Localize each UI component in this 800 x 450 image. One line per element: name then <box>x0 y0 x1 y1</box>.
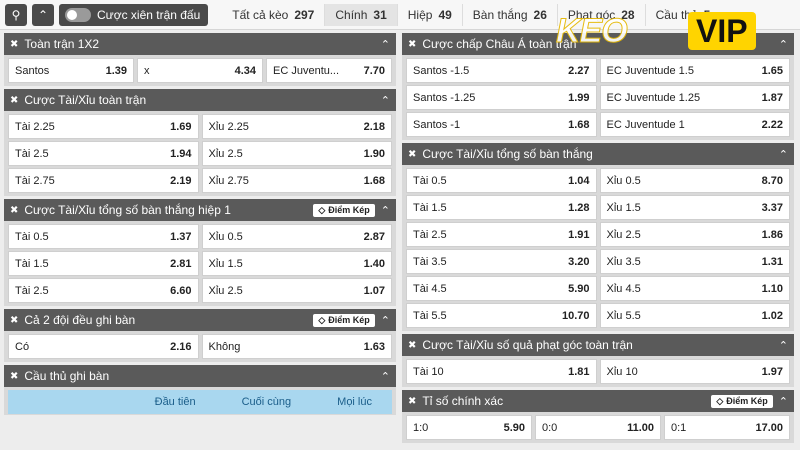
market-total-goals: ✖ Cược Tài/Xỉu tổng số bàn thắng ⌃ Tài 0.5… <box>402 143 794 331</box>
search-button[interactable]: ⚲ <box>5 3 27 26</box>
odds-cell[interactable]: EC Juventude 1.5 1.65 <box>599 58 790 83</box>
market-header[interactable]: ✖ Cầu thủ ghi bàn ⌃ <box>4 365 396 387</box>
odds-cell[interactable]: Xỉu 4.5 1.10 <box>599 276 790 301</box>
odds-cell[interactable]: Tài 10 1.81 <box>406 359 597 384</box>
chevron-up-icon[interactable]: ⌃ <box>381 94 390 107</box>
odds-cell[interactable]: Xỉu 2.5 1.07 <box>201 278 392 303</box>
market-header[interactable]: ✖ Tỉ số chính xác ◇ Điểm Kép ⌃ <box>402 390 794 412</box>
close-icon: ✖ <box>10 94 19 106</box>
market-over-under-full: ✖ Cược Tài/Xỉu toàn trận ⌃ Tài 2.25 1.69 Xỉu… <box>4 89 396 196</box>
market-both-teams-score: ✖ Cả 2 đội đều ghi bàn ◇ Điểm Kép ⌃ Có 2.16 Kh… <box>4 309 396 362</box>
market-1x2: ✖ Toàn trận 1X2 ⌃ Santos 1.39 x 4.34 EC Juve… <box>4 33 396 86</box>
odds-cell[interactable]: 0:0 11.00 <box>535 415 661 440</box>
odds-cell[interactable]: Tài 2.25 1.69 <box>8 114 199 139</box>
market-header[interactable]: ✖ Toàn trận 1X2 ⌃ <box>4 33 396 55</box>
odds-cell[interactable]: Không 1.63 <box>201 334 392 359</box>
left-market-column: ✖ Toàn trận 1X2 ⌃ Santos 1.39 x 4.34 EC Juve… <box>4 30 396 415</box>
market-asian-handicap: ✖ Cược chấp Châu Á toàn trận ⌃ Santos -1.5… <box>402 33 794 140</box>
tab-goals[interactable]: Bàn thắng 26 <box>463 3 558 26</box>
odds-cell[interactable]: EC Juventude 1.25 1.87 <box>599 85 790 110</box>
market-header[interactable]: ✖ Cả 2 đội đều ghi bàn ◇ Điểm Kép ⌃ <box>4 309 396 331</box>
odds-cell[interactable]: Xỉu 10 1.97 <box>599 359 790 384</box>
odds-cell[interactable]: Tài 2.5 6.60 <box>8 278 199 303</box>
odds-cell[interactable]: Xỉu 2.5 1.90 <box>201 141 392 166</box>
diamond-icon: ◇ <box>716 395 724 406</box>
chevron-up-icon[interactable]: ⌃ <box>381 38 390 51</box>
odds-cell[interactable]: Santos 1.39 <box>8 58 134 83</box>
market-filter-bar: ⚲ ⌃ Cược xiên trận đấu Tất cả kèo 297 Chí… <box>0 0 800 30</box>
double-chevron-up-icon: ⌃ <box>37 7 49 22</box>
parlay-toggle-label: Cược xiên trận đấu <box>97 7 201 22</box>
tab-main[interactable]: Chính 31 <box>325 3 398 26</box>
diamond-icon: ◇ <box>318 314 326 325</box>
odds-cell[interactable]: Tài 2.75 2.19 <box>8 168 199 193</box>
odds-cell[interactable]: EC Juventu... 7.70 <box>266 58 392 83</box>
close-icon: ✖ <box>408 148 417 160</box>
close-icon: ✖ <box>10 204 19 216</box>
odds-cell[interactable]: Xỉu 0.5 2.87 <box>201 224 392 249</box>
odds-cell[interactable]: Xỉu 2.75 1.68 <box>201 168 392 193</box>
tab-corners[interactable]: Phạt góc 28 <box>558 3 646 26</box>
odds-cell[interactable]: Tài 1.5 2.81 <box>8 251 199 276</box>
odds-cell[interactable]: Có 2.16 <box>8 334 199 359</box>
chevron-up-icon[interactable]: ⌃ <box>381 204 390 217</box>
double-points-badge: ◇ Điểm Kép <box>313 313 375 327</box>
odds-cell[interactable]: Xỉu 1.5 3.37 <box>599 195 790 220</box>
close-icon: ✖ <box>10 370 19 382</box>
market-header[interactable]: ✖ Cược Tài/Xỉu toàn trận ⌃ <box>4 89 396 111</box>
odds-cell[interactable]: EC Juventude 1 2.22 <box>599 112 790 137</box>
market-goal-scorer: ✖ Cầu thủ ghi bàn ⌃ Đầu tiên Cuối cùng Mọi… <box>4 365 396 415</box>
odds-cell[interactable]: Xỉu 2.25 2.18 <box>201 114 392 139</box>
odds-cell[interactable]: Tài 2.5 1.94 <box>8 141 199 166</box>
tab-players[interactable]: Cầu thủ 5 <box>646 4 721 26</box>
odds-cell[interactable]: Santos -1 1.68 <box>406 112 597 137</box>
diamond-icon: ◇ <box>318 204 326 215</box>
chevron-up-icon[interactable]: ⌃ <box>381 314 390 327</box>
market-corners-over-under: ✖ Cược Tài/Xỉu số quả phạt góc toàn trận ⌃… <box>402 334 794 387</box>
odds-cell[interactable]: 0:1 17.00 <box>664 415 790 440</box>
odds-cell[interactable]: Tài 0.5 1.04 <box>406 168 597 193</box>
market-correct-score: ✖ Tỉ số chính xác ◇ Điểm Kép ⌃ 1:0 5.90 0:0 11.… <box>402 390 794 443</box>
odds-cell[interactable]: Tài 5.5 10.70 <box>406 303 597 328</box>
odds-cell[interactable]: Tài 4.5 5.90 <box>406 276 597 301</box>
odds-cell[interactable]: Tài 2.5 1.91 <box>406 222 597 247</box>
odds-cell[interactable]: Xỉu 1.5 1.40 <box>201 251 392 276</box>
market-over-under-1st-half: ✖ Cược Tài/Xỉu tổng số bàn thắng hiệp 1 ◇ Đ… <box>4 199 396 306</box>
market-header[interactable]: ✖ Cược Tài/Xỉu số quả phạt góc toàn trận ⌃ <box>402 334 794 356</box>
market-header[interactable]: ✖ Cược chấp Châu Á toàn trận ⌃ <box>402 33 794 55</box>
odds-cell[interactable]: 1:0 5.90 <box>406 415 532 440</box>
double-points-badge: ◇ Điểm Kép <box>711 394 773 408</box>
chevron-up-icon[interactable]: ⌃ <box>381 370 390 383</box>
search-icon: ⚲ <box>11 7 21 22</box>
market-header[interactable]: ✖ Cược Tài/Xỉu tổng số bàn thắng hiệp 1 ◇ Đ… <box>4 199 396 221</box>
chevron-up-icon[interactable]: ⌃ <box>779 339 788 352</box>
odds-cell[interactable]: Tài 1.5 1.28 <box>406 195 597 220</box>
right-market-column: ✖ Cược chấp Châu Á toàn trận ⌃ Santos -1.5… <box>402 30 794 443</box>
close-icon: ✖ <box>408 38 417 50</box>
close-icon: ✖ <box>408 395 417 407</box>
chevron-up-icon[interactable]: ⌃ <box>779 148 788 161</box>
odds-cell[interactable]: Xỉu 3.5 1.31 <box>599 249 790 274</box>
parlay-toggle[interactable]: Cược xiên trận đấu <box>59 3 209 26</box>
odds-cell[interactable]: Tài 0.5 1.37 <box>8 224 199 249</box>
close-icon: ✖ <box>10 314 19 326</box>
double-points-badge: ◇ Điểm Kép <box>313 203 375 217</box>
toggle-switch[interactable] <box>65 7 91 22</box>
odds-cell[interactable]: Santos -1.5 2.27 <box>406 58 597 83</box>
odds-cell[interactable]: Santos -1.25 1.99 <box>406 85 597 110</box>
tab-all[interactable]: Tất cả kèo 297 <box>222 3 326 26</box>
odds-cell[interactable]: Tài 3.5 3.20 <box>406 249 597 274</box>
close-icon: ✖ <box>408 339 417 351</box>
collapse-all-button[interactable]: ⌃ <box>32 3 54 26</box>
odds-cell[interactable]: Xỉu 5.5 1.02 <box>599 303 790 328</box>
close-icon: ✖ <box>10 38 19 50</box>
tab-half[interactable]: Hiệp 49 <box>398 3 463 26</box>
odds-cell[interactable]: Xỉu 2.5 1.86 <box>599 222 790 247</box>
chevron-up-icon[interactable]: ⌃ <box>779 38 788 51</box>
market-header[interactable]: ✖ Cược Tài/Xỉu tổng số bàn thắng ⌃ <box>402 143 794 165</box>
chevron-up-icon[interactable]: ⌃ <box>779 395 788 408</box>
odds-cell[interactable]: Xỉu 0.5 8.70 <box>599 168 790 193</box>
odds-cell[interactable]: x 4.34 <box>137 58 263 83</box>
scorer-column-header: Đầu tiên Cuối cùng Mọi lúc <box>8 390 392 414</box>
